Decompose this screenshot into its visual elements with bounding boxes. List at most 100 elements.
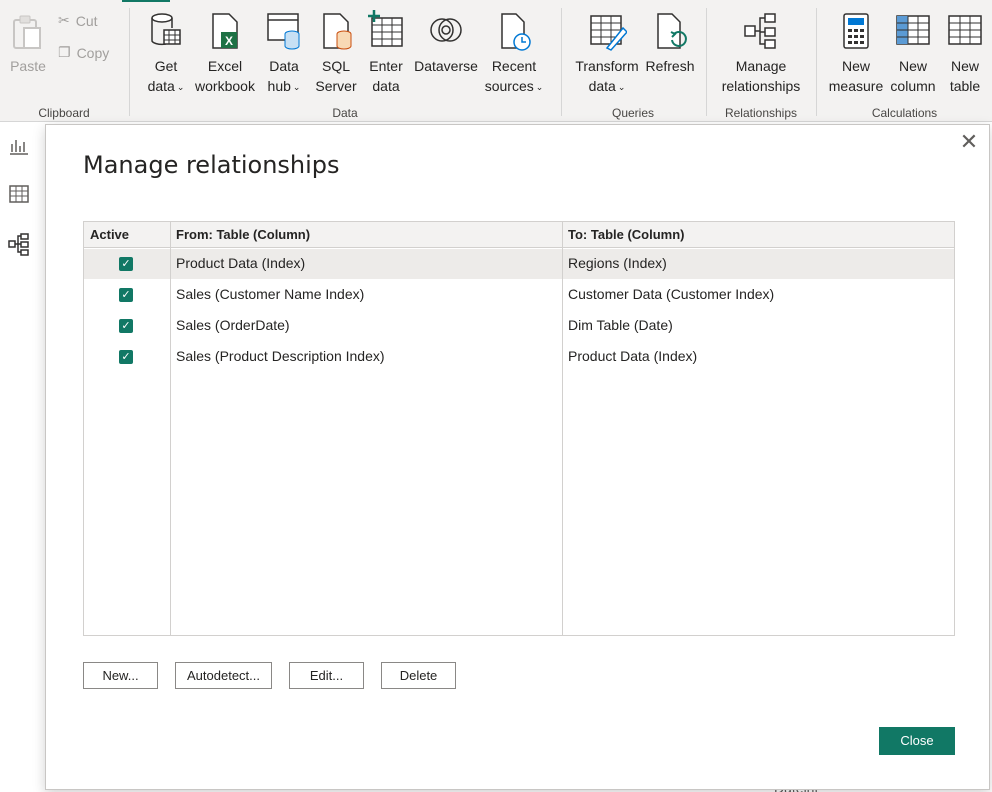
new-measure-label-1: New (841, 58, 870, 74)
data-hub-label-1: Data (269, 58, 299, 74)
chevron-down-icon: ⌄ (292, 82, 301, 93)
new-relationship-button[interactable]: New... (83, 662, 158, 689)
paste-label: Paste (10, 58, 46, 74)
data-group: Get data ⌄ X Excel workbook Data hub ⌄ S… (130, 0, 560, 122)
ribbon: Paste ✂ Cut ❐ Copy Clipboard Get data⌄ (0, 0, 992, 122)
from-cell: Sales (Product Description Index) (176, 348, 385, 364)
chevron-down-icon: ⌄ (535, 82, 544, 93)
from-cell: Sales (OrderDate) (176, 317, 290, 333)
get-data-label-2: data (147, 78, 175, 94)
enter-data-table-icon (368, 10, 403, 47)
enter-data-label-2: data (372, 78, 400, 94)
active-checkbox[interactable]: ✓ (119, 257, 133, 271)
table-row[interactable]: ✓ Product Data (Index) Regions (Index) (84, 249, 954, 279)
edit-button[interactable]: Edit... (289, 662, 364, 689)
copy-label: Copy (76, 44, 110, 61)
transform-label-2: data (588, 78, 616, 94)
excel-icon: X (212, 13, 238, 49)
close-icon[interactable]: ✕ (959, 131, 979, 153)
new-column-icon (896, 15, 930, 45)
paste-button[interactable]: Paste (8, 10, 48, 76)
view-rail (0, 122, 44, 792)
active-checkbox[interactable]: ✓ (119, 350, 133, 364)
recent-label-2: sources (484, 78, 534, 94)
enter-data-label-1: Enter (369, 58, 403, 74)
dialog-title: Manage relationships (83, 151, 340, 179)
dataverse-label: Dataverse (414, 58, 478, 74)
get-data-label-1: Get (154, 58, 178, 74)
chevron-down-icon: ⌄ (176, 82, 185, 93)
data-hub-button[interactable]: Data hub ⌄ (262, 10, 306, 97)
calculations-group-label: Calculations (871, 106, 938, 120)
table-row[interactable]: ✓ Sales (OrderDate) Dim Table (Date) (84, 311, 954, 341)
sql-server-button[interactable]: SQL Server (314, 10, 358, 96)
table-row[interactable]: ✓ Sales (Product Description Index) Produc… (84, 342, 954, 372)
new-table-label-1: New (950, 58, 979, 74)
recent-sources-button[interactable]: Recent sources ⌄ (482, 10, 546, 97)
new-table-icon (948, 15, 982, 45)
enter-data-button[interactable]: Enter data (364, 10, 408, 96)
new-measure-label-2: measure (828, 78, 884, 94)
model-view-icon[interactable] (7, 232, 31, 256)
active-checkbox[interactable]: ✓ (119, 288, 133, 302)
from-cell: Product Data (Index) (176, 255, 306, 271)
database-table-icon (151, 13, 181, 46)
copy-button[interactable]: ❐ Copy (58, 44, 109, 61)
report-view-icon[interactable] (7, 134, 31, 158)
manage-relationships-dialog: ✕ Manage relationships Active From: Tabl… (45, 124, 990, 790)
manage-label-2: relationships (721, 78, 801, 94)
column-header-to: To: Table (Column) (568, 227, 685, 242)
table-row[interactable]: ✓ Sales (Customer Name Index) Customer Dat… (84, 280, 954, 310)
sql-label-2: Server (315, 78, 357, 94)
data-hub-label-2: hub (267, 78, 291, 94)
get-data-button[interactable]: Get data ⌄ (140, 10, 192, 97)
to-cell: Dim Table (Date) (568, 317, 673, 333)
column-header-active: Active (90, 227, 130, 242)
excel-workbook-button[interactable]: X Excel workbook (192, 10, 258, 96)
column-divider (562, 222, 563, 635)
close-button[interactable]: Close (879, 727, 955, 755)
calculator-icon (843, 13, 869, 49)
relationships-table: Active From: Table (Column) To: Table (C… (83, 221, 955, 636)
svg-text:X: X (225, 34, 233, 48)
recent-sources-icon (501, 13, 531, 51)
refresh-icon (657, 13, 687, 49)
scissors-icon: ✂ (58, 12, 70, 28)
dataverse-button[interactable]: Dataverse (412, 10, 480, 76)
table-header: Active From: Table (Column) To: Table (C… (84, 222, 954, 248)
active-checkbox[interactable]: ✓ (119, 319, 133, 333)
refresh-button[interactable]: Refresh (642, 10, 698, 76)
relationships-icon (744, 13, 776, 49)
paste-icon (13, 15, 41, 49)
to-cell: Customer Data (Customer Index) (568, 286, 775, 302)
transform-data-button[interactable]: Transform data ⌄ (572, 10, 642, 97)
manage-relationships-button[interactable]: Manage relationships (711, 10, 811, 96)
data-hub-icon (267, 13, 300, 50)
new-column-label-1: New (898, 58, 927, 74)
from-cell: Sales (Customer Name Index) (176, 286, 365, 302)
queries-group: Transform data ⌄ Refresh Queries (562, 0, 704, 122)
cut-button[interactable]: ✂ Cut (58, 12, 98, 29)
sql-server-icon (323, 13, 352, 50)
new-column-label-2: column (890, 78, 936, 94)
new-table-button[interactable]: New table (945, 10, 985, 96)
recent-label-1: Recent (491, 58, 537, 74)
queries-group-label: Queries (611, 106, 655, 120)
clipboard-group: Paste ✂ Cut ❐ Copy Clipboard (0, 0, 128, 122)
relationships-group-label: Relationships (724, 106, 798, 120)
new-table-label-2: table (949, 78, 981, 94)
relationships-group: Manage relationships Relationships (707, 0, 815, 122)
to-cell: Product Data (Index) (568, 348, 698, 364)
data-group-label: Data (332, 106, 358, 120)
table-view-icon[interactable] (7, 182, 31, 206)
new-column-button[interactable]: New column (883, 10, 943, 96)
autodetect-button[interactable]: Autodetect... (175, 662, 272, 689)
dataverse-icon (430, 18, 462, 42)
transform-label-1: Transform (575, 58, 639, 74)
transform-data-icon (590, 15, 627, 51)
delete-button[interactable]: Delete (381, 662, 456, 689)
calculations-group: New measure New column New table Calcula… (817, 0, 992, 122)
new-measure-button[interactable]: New measure (825, 10, 887, 96)
manage-label-1: Manage (735, 58, 787, 74)
to-cell: Regions (Index) (568, 255, 667, 271)
